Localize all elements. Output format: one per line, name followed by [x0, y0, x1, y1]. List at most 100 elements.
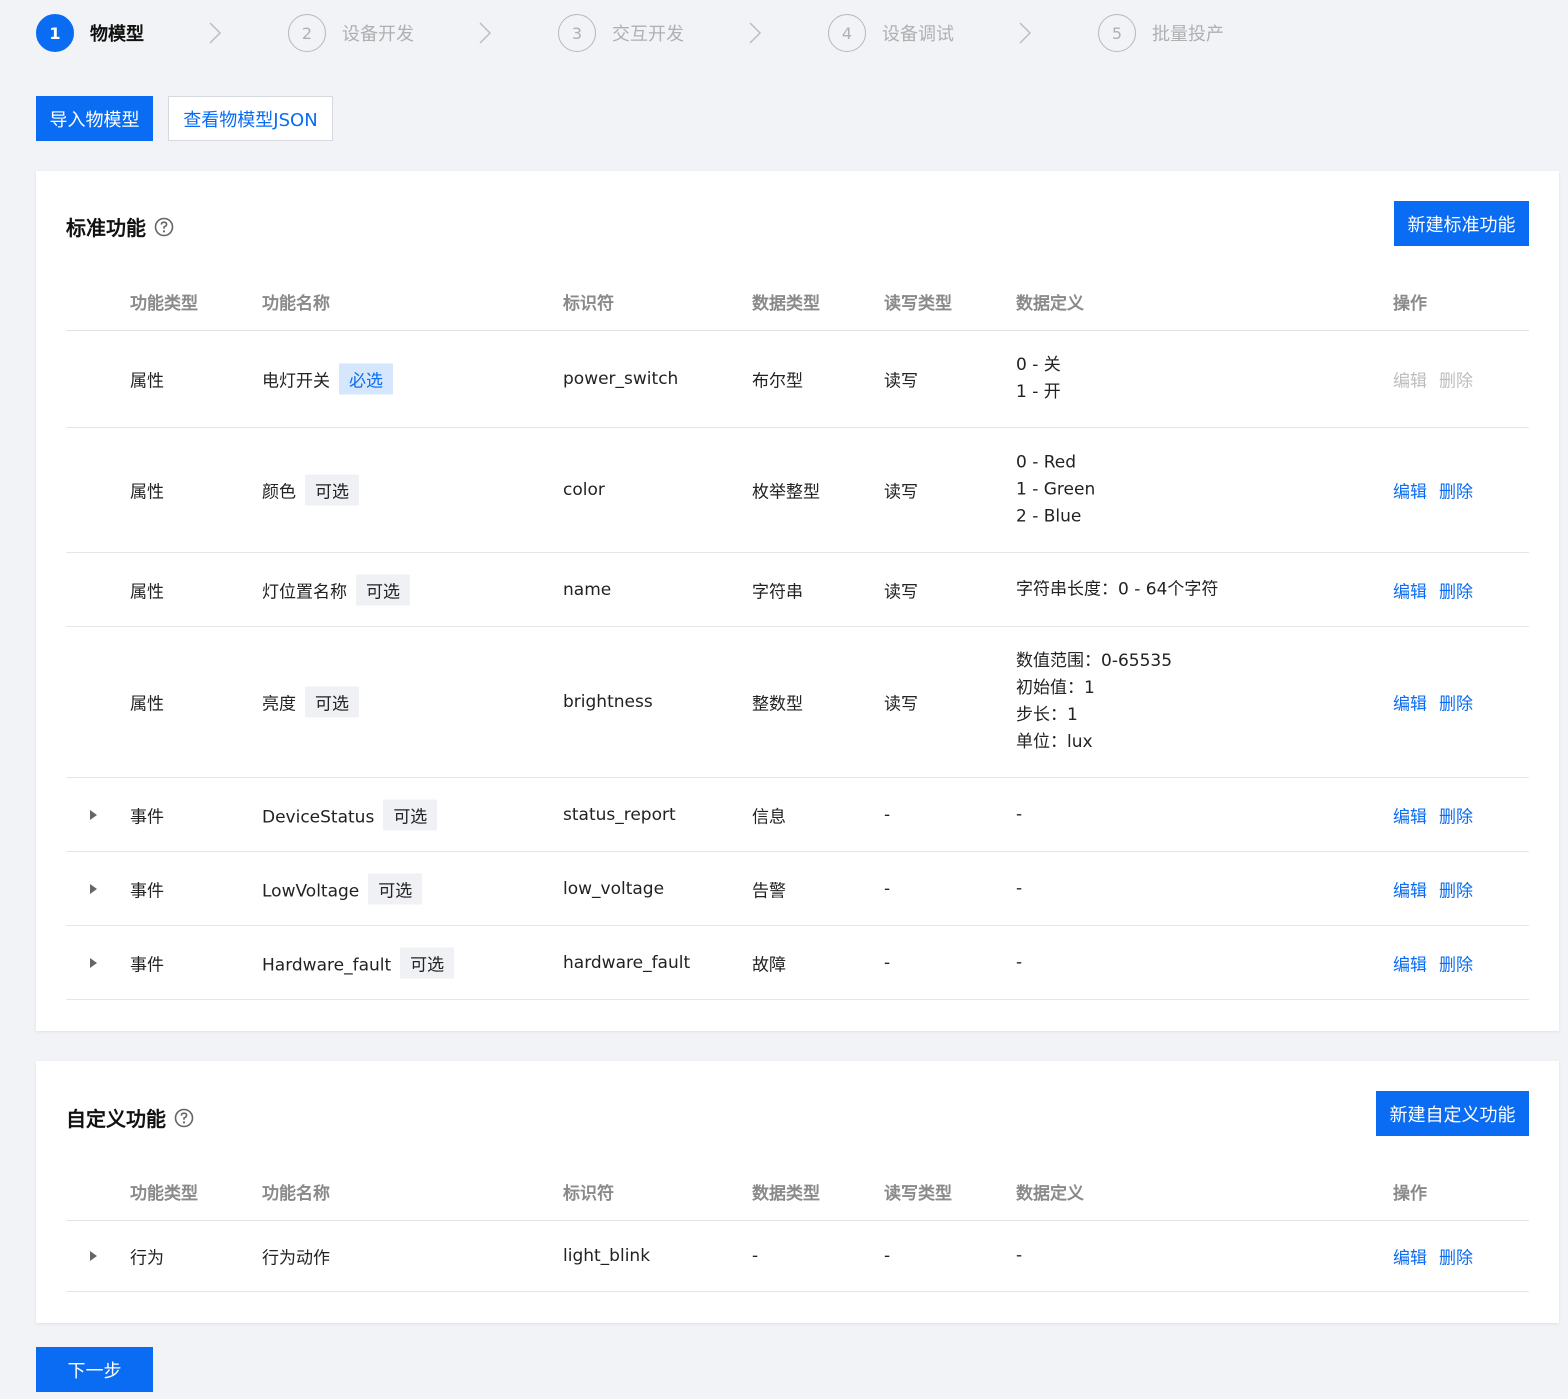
data-def-line: - [1016, 804, 1023, 824]
row-name: DeviceStatus 可选 [262, 799, 438, 830]
standard-functions-table: 功能类型 功能名称 标识符 数据类型 读写类型 数据定义 操作 属性 电灯开关必… [66, 269, 1529, 1000]
optional-badge: 可选 [305, 474, 359, 506]
table-row: 事件 LowVoltage 可选 low_voltage 告警 - - 编辑 删除 [66, 852, 1529, 926]
delete-button[interactable]: 删除 [1439, 807, 1473, 827]
row-data-type: 告警 [752, 881, 786, 901]
data-def-line: 0 - 关 [1016, 355, 1061, 375]
data-def-line: - [1016, 1245, 1023, 1266]
delete-button[interactable]: 删除 [1439, 695, 1473, 715]
row-type: 属性 [130, 582, 164, 602]
table-row: 属性 灯位置名称 可选 name 字符串 读写 字符串长度：0 - 64个字符 编… [66, 553, 1529, 627]
custom-functions-title: 自定义功能 [66, 1103, 194, 1132]
row-name: 亮度 可选 [262, 686, 359, 718]
table-row: 属性 电灯开关 必选 power_switch 布尔型 读写 0 - 关 1 - … [66, 331, 1529, 428]
delete-button[interactable]: 删除 [1439, 372, 1473, 392]
step-5-number: 5 [1098, 14, 1136, 52]
step-2[interactable]: 2 设备开发 [288, 13, 414, 53]
chevron-right-icon [202, 21, 226, 45]
delete-button[interactable]: 删除 [1439, 582, 1473, 602]
table-header: 功能类型 功能名称 标识符 数据类型 读写类型 数据定义 操作 [66, 269, 1529, 331]
row-identifier: power_switch [563, 369, 679, 389]
data-def-line: 2 - Blue [1016, 506, 1082, 527]
custom-title-text: 自定义功能 [66, 1107, 166, 1131]
new-custom-function-button[interactable]: 新建自定义功能 [1376, 1091, 1529, 1136]
row-name-text: 亮度 [262, 694, 296, 715]
row-type: 事件 [130, 807, 164, 827]
row-type: 事件 [130, 955, 164, 975]
step-3-number: 3 [558, 14, 596, 52]
custom-functions-panel: 自定义功能 新建自定义功能 功能类型 功能名称 标识符 数据类型 读写类型 数据… [36, 1061, 1559, 1323]
expand-arrow-icon[interactable] [89, 809, 99, 821]
delete-button[interactable]: 删除 [1439, 1249, 1473, 1269]
new-standard-function-button[interactable]: 新建标准功能 [1394, 201, 1529, 246]
data-def-line: 数值范围：0-65535 [1016, 651, 1173, 671]
row-name: Hardware_fault 可选 [262, 947, 455, 978]
row-rw-type: - [884, 1246, 891, 1266]
step-4-label: 设备调试 [882, 24, 954, 45]
edit-button[interactable]: 编辑 [1393, 881, 1427, 901]
step-4[interactable]: 4 设备调试 [828, 13, 954, 53]
edit-button[interactable]: 编辑 [1393, 955, 1427, 975]
col-actions: 操作 [1393, 294, 1427, 314]
help-icon[interactable] [154, 217, 174, 237]
next-step-button[interactable]: 下一步 [36, 1347, 153, 1392]
col-rw-type: 读写类型 [884, 294, 952, 314]
row-rw-type: - [884, 878, 891, 899]
expand-arrow-icon[interactable] [89, 883, 99, 895]
row-data-def: - [1016, 949, 1022, 976]
data-def-line: 1 - Green [1016, 479, 1096, 500]
data-def-line: - [1016, 878, 1023, 898]
row-name: 灯位置名称 可选 [262, 574, 410, 605]
row-data-def: - [1016, 801, 1022, 828]
optional-badge: 可选 [368, 873, 423, 904]
row-name: 电灯开关 必选 [262, 363, 393, 395]
data-def-line: 步长：1 [1016, 705, 1078, 725]
row-data-def: - [1016, 1243, 1022, 1270]
help-icon[interactable] [174, 1108, 194, 1128]
table-row: 属性 亮度 可选 brightness 整数型 读写 数值范围：0-65535 初… [66, 627, 1529, 778]
row-data-def: 0 - Red 1 - Green 2 - Blue [1016, 450, 1095, 531]
data-def-line: - [1016, 952, 1023, 972]
step-5[interactable]: 5 批量投产 [1098, 13, 1224, 53]
expand-arrow-icon[interactable] [89, 957, 99, 969]
step-1[interactable]: 1 物模型 [36, 13, 144, 53]
edit-button[interactable]: 编辑 [1393, 1249, 1427, 1269]
col-data-def: 数据定义 [1016, 1184, 1084, 1204]
row-data-type: 布尔型 [752, 371, 803, 392]
row-name-text: 颜色 [262, 482, 296, 503]
row-data-def: 字符串长度：0 - 64个字符 [1016, 576, 1218, 603]
optional-badge: 可选 [383, 799, 438, 830]
col-identifier: 标识符 [563, 294, 614, 314]
row-type: 事件 [130, 881, 164, 901]
edit-button[interactable]: 编辑 [1393, 582, 1427, 602]
row-rw-type: 读写 [884, 694, 918, 715]
row-actions: 编辑 删除 [1393, 367, 1473, 392]
delete-button[interactable]: 删除 [1439, 955, 1473, 975]
steps-bar: 1 物模型 2 设备开发 3 交互开发 4 设备调试 5 批量投产 [36, 13, 1536, 53]
col-rw-type: 读写类型 [884, 1184, 952, 1204]
row-data-type: 信息 [752, 807, 786, 827]
expand-arrow-icon[interactable] [89, 1250, 99, 1262]
col-func-name: 功能名称 [262, 1184, 330, 1204]
standard-title-text: 标准功能 [66, 216, 146, 240]
edit-button[interactable]: 编辑 [1393, 807, 1427, 827]
data-def-line: 字符串长度：0 - 64个字符 [1016, 579, 1219, 599]
edit-button[interactable]: 编辑 [1393, 695, 1427, 715]
col-actions: 操作 [1393, 1184, 1427, 1204]
row-rw-type: 读写 [884, 582, 918, 602]
import-model-button[interactable]: 导入物模型 [36, 96, 153, 141]
row-data-def: 数值范围：0-65535 初始值：1 步长：1 单位：lux [1016, 648, 1172, 756]
delete-button[interactable]: 删除 [1439, 881, 1473, 901]
row-type: 行为 [130, 1248, 164, 1269]
edit-button[interactable]: 编辑 [1393, 483, 1427, 503]
optional-badge: 可选 [400, 947, 455, 978]
row-type: 属性 [130, 371, 164, 392]
edit-button[interactable]: 编辑 [1393, 372, 1427, 392]
row-name-text: 电灯开关 [262, 371, 330, 392]
row-actions: 编辑 删除 [1393, 1244, 1473, 1269]
view-json-button[interactable]: 查看物模型JSON [168, 96, 333, 141]
row-data-type: 字符串 [752, 582, 803, 602]
step-3[interactable]: 3 交互开发 [558, 13, 684, 53]
delete-button[interactable]: 删除 [1439, 483, 1473, 503]
col-data-type: 数据类型 [752, 294, 820, 314]
